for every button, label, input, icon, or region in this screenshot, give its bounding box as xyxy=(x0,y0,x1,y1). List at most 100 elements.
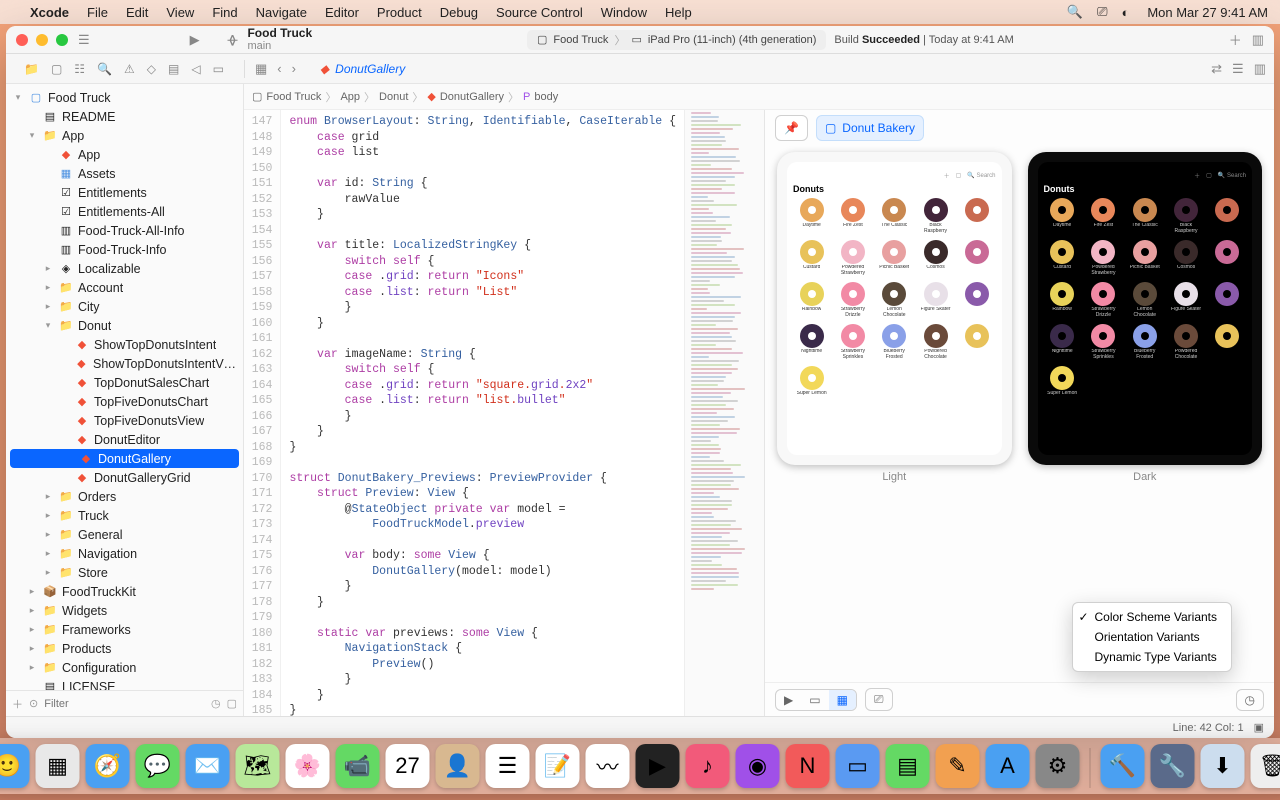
donut-the-classic[interactable]: The Classic xyxy=(876,198,913,234)
donut-daytime[interactable]: Daytime xyxy=(793,198,830,234)
variant-dynamic-type-variants[interactable]: Dynamic Type Variants xyxy=(1073,647,1232,667)
dock-xcode2[interactable]: 🔧 xyxy=(1151,744,1195,788)
add-file-icon[interactable]: ＋ xyxy=(12,696,23,712)
donut-item[interactable] xyxy=(958,240,995,276)
donut-item[interactable] xyxy=(1209,240,1246,276)
tree-item-account[interactable]: ▸📁Account xyxy=(6,278,243,297)
donut-item[interactable] xyxy=(1209,198,1246,234)
donut-strawberry-drizzle[interactable]: Strawberry Drizzle xyxy=(834,282,871,318)
dock-safari[interactable]: 🧭 xyxy=(86,744,130,788)
tree-item-donutgallerygrid[interactable]: ◆DonutGalleryGrid xyxy=(6,468,243,487)
donut-powdered-strawberry[interactable]: Powdered Strawberry xyxy=(1085,240,1122,276)
zoom-button[interactable] xyxy=(56,34,68,46)
nav-find-icon[interactable]: 🔍 xyxy=(97,62,112,76)
donut-powdered-strawberry[interactable]: Powdered Strawberry xyxy=(834,240,871,276)
tree-item-app[interactable]: ▾📁App xyxy=(6,126,243,145)
tree-item-localizable[interactable]: ▸◈Localizable xyxy=(6,259,243,278)
donut-item[interactable] xyxy=(958,198,995,234)
tree-item-topfivedonutsview[interactable]: ◆TopFiveDonutsView xyxy=(6,411,243,430)
donut-figure-skater[interactable]: Figure Skater xyxy=(1167,282,1204,318)
preview-light[interactable]: ＋▢🔍 Search Donuts DaytimeFire ZestThe Cl… xyxy=(777,152,1012,672)
dock-finder[interactable]: 🙂 xyxy=(0,744,30,788)
donut-rainbow[interactable]: Rainbow xyxy=(793,282,830,318)
nav-reports-icon[interactable]: ▭ xyxy=(213,62,224,76)
menu-navigate[interactable]: Navigate xyxy=(256,5,307,20)
preview-selector[interactable]: ▢ Donut Bakery xyxy=(816,115,924,141)
donut-custard[interactable]: Custard xyxy=(1044,240,1081,276)
nav-breakpoints-icon[interactable]: ◁ xyxy=(191,62,200,76)
donut-figure-skater[interactable]: Figure Skater xyxy=(917,282,954,318)
tree-item-general[interactable]: ▸📁General xyxy=(6,525,243,544)
add-button[interactable]: ＋ xyxy=(1229,30,1242,49)
tree-item-license[interactable]: ▤LICENSE xyxy=(6,677,243,690)
tree-item-showtopdonutsintentview[interactable]: ◆ShowTopDonutsIntentView xyxy=(6,354,243,373)
menu-editor[interactable]: Editor xyxy=(325,5,359,20)
donut-item[interactable] xyxy=(958,324,995,360)
tree-item-products[interactable]: ▸📁Products xyxy=(6,639,243,658)
donut-cosmos[interactable]: Cosmos xyxy=(917,240,954,276)
debug-area-toggle-icon[interactable]: ▣ xyxy=(1254,721,1264,734)
donut-super-lemon[interactable]: Super Lemon xyxy=(1044,366,1081,397)
nav-issues-icon[interactable]: ⚠ xyxy=(124,62,135,76)
tree-item-topfivedonutschart[interactable]: ◆TopFiveDonutsChart xyxy=(6,392,243,411)
menu-source-control[interactable]: Source Control xyxy=(496,5,583,20)
dock-mail[interactable]: ✉️ xyxy=(186,744,230,788)
run-button[interactable]: ▶ xyxy=(190,32,200,48)
dock-notes[interactable]: 📝 xyxy=(536,744,580,788)
live-mode-icon[interactable]: ▶ xyxy=(776,690,801,710)
donut-super-lemon[interactable]: Super Lemon xyxy=(793,366,830,397)
dock-numbers[interactable]: ▤ xyxy=(886,744,930,788)
menu-window[interactable]: Window xyxy=(601,5,647,20)
minimize-button[interactable] xyxy=(36,34,48,46)
add-editor-icon[interactable]: ▥ xyxy=(1254,61,1266,77)
tree-item-assets[interactable]: ▦Assets xyxy=(6,164,243,183)
dock-calendar[interactable]: 27 xyxy=(386,744,430,788)
selectable-mode-icon[interactable]: ▭ xyxy=(801,690,828,710)
dock-news[interactable]: N xyxy=(786,744,830,788)
variant-orientation-variants[interactable]: Orientation Variants xyxy=(1073,627,1232,647)
jump-bar[interactable]: ▢ Food Truck〉 App〉 Donut〉 ◆ DonutGallery… xyxy=(244,84,1274,110)
donut-powdered-chocolate[interactable]: Powdered Chocolate xyxy=(1167,324,1204,360)
minimap[interactable] xyxy=(684,110,764,716)
tree-item-navigation[interactable]: ▸📁Navigation xyxy=(6,544,243,563)
donut-picnic-basket[interactable]: Picnic Basket xyxy=(876,240,913,276)
dock-podcasts[interactable]: ◉ xyxy=(736,744,780,788)
dock-launchpad[interactable]: ▦ xyxy=(36,744,80,788)
nav-debug-icon[interactable]: ▤ xyxy=(168,62,179,76)
tree-item-city[interactable]: ▸📁City xyxy=(6,297,243,316)
dock-downloads[interactable]: ⬇ xyxy=(1201,744,1245,788)
related-items-icon[interactable]: ▦ xyxy=(255,61,267,77)
tree-item-configuration[interactable]: ▸📁Configuration xyxy=(6,658,243,677)
donut-strawberry-drizzle[interactable]: Strawberry Drizzle xyxy=(1085,282,1122,318)
app-menu[interactable]: Xcode xyxy=(30,5,69,20)
donut-fire-zest[interactable]: Fire Zest xyxy=(1085,198,1122,234)
donut-strawberry-sprinkles[interactable]: Strawberry Sprinkles xyxy=(834,324,871,360)
forward-button[interactable]: › xyxy=(292,61,296,76)
preview-config-button[interactable]: ◷ xyxy=(1236,689,1264,711)
file-tree[interactable]: ▾▢Food Truck▤README▾📁App◆App▦Assets☑Enti… xyxy=(6,84,243,690)
library-button[interactable]: ▥ xyxy=(1252,32,1264,48)
tree-item-entitlements[interactable]: ☑Entitlements xyxy=(6,183,243,202)
source-editor[interactable]: 1471481491501511521531541551561571581591… xyxy=(244,110,684,716)
tree-item-frameworks[interactable]: ▸📁Frameworks xyxy=(6,620,243,639)
donut-black-raspberry[interactable]: Black Raspberry xyxy=(1167,198,1204,234)
recent-icon[interactable]: ◷ xyxy=(211,697,221,710)
donut-custard[interactable]: Custard xyxy=(793,240,830,276)
dock-appstore[interactable]: A xyxy=(986,744,1030,788)
menu-edit[interactable]: Edit xyxy=(126,5,148,20)
dock-photos[interactable]: 🌸 xyxy=(286,744,330,788)
tree-item-store[interactable]: ▸📁Store xyxy=(6,563,243,582)
control-center-icon[interactable]: ⎚ xyxy=(1097,4,1107,20)
sidebar-toggle-icon[interactable]: ☰ xyxy=(78,32,90,48)
tree-item-foodtruckkit[interactable]: ▸📦FoodTruckKit xyxy=(6,582,243,601)
editor-options-icon[interactable]: ⇄ xyxy=(1211,61,1222,77)
file-tab[interactable]: ◆ DonutGallery xyxy=(306,62,419,76)
dock-reminders[interactable]: ☰ xyxy=(486,744,530,788)
clock[interactable]: Mon Mar 27 9:41 AM xyxy=(1147,5,1268,20)
donut-lemon-chocolate[interactable]: Lemon Chocolate xyxy=(876,282,913,318)
donut-blueberry-frosted[interactable]: Blueberry Frosted xyxy=(1126,324,1163,360)
donut-item[interactable] xyxy=(1209,282,1246,318)
tree-item-food-truck[interactable]: ▾▢Food Truck xyxy=(6,88,243,107)
nav-tests-icon[interactable]: ◇ xyxy=(147,62,156,76)
crumb[interactable]: body xyxy=(534,91,558,103)
